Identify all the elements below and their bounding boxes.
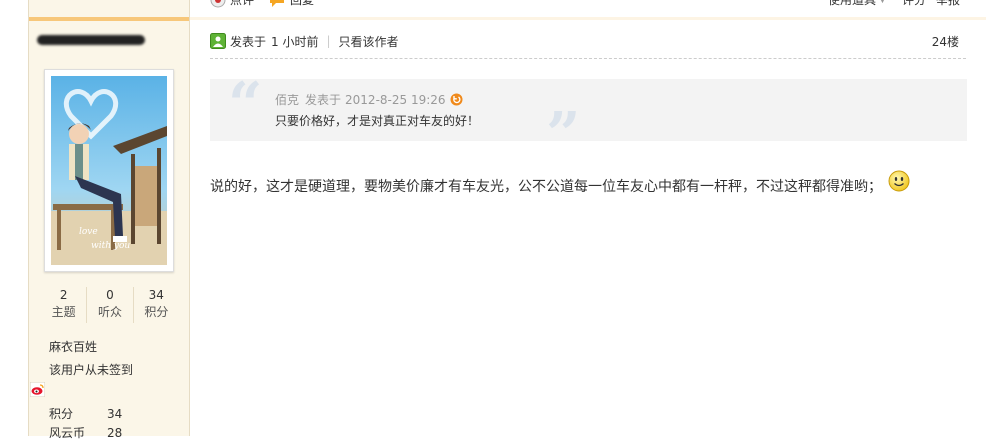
quote-date: 2012-8-25 19:26 <box>345 92 446 107</box>
user-group[interactable]: 麻衣百姓 <box>49 338 97 355</box>
reply-button[interactable]: 回复 <box>268 0 314 8</box>
rate-icon <box>210 0 226 7</box>
chevron-down-icon: ▼ <box>879 0 886 5</box>
close-quote-icon: ” <box>546 100 581 170</box>
author-stats: 2 主题 0 听众 34 积分 <box>41 287 179 323</box>
online-status-icon <box>210 33 226 49</box>
post-meta: 发表于 1 小时前 | 只看该作者 <box>210 31 399 51</box>
stat-topics[interactable]: 2 主题 <box>41 287 88 323</box>
post-main: 点评 回复 使用道具 ▼ 评分 举报 发表于 1 小时前 | 只看该作者 24楼 <box>190 0 986 436</box>
stat-points[interactable]: 34 积分 <box>134 287 179 323</box>
sidebar-accent-bar <box>29 17 189 21</box>
meta-divider: | <box>326 34 331 48</box>
avatar-frame[interactable]: love with you <box>44 69 174 272</box>
quote-author: 佰克 <box>275 93 300 107</box>
use-tool-menu[interactable]: 使用道具 ▼ <box>828 0 886 8</box>
weibo-icon[interactable] <box>29 381 46 398</box>
sign-status: 该用户从未签到 <box>49 363 134 377</box>
avatar[interactable]: love with you <box>51 76 167 265</box>
svg-text:love: love <box>79 227 98 237</box>
svg-text:with you: with you <box>91 241 130 251</box>
score-button[interactable]: 评分 <box>902 0 926 8</box>
smile-emoticon-icon <box>888 170 910 192</box>
quote-block: “ ” 佰克 发表于 2012-8-25 19:26 只要价格好，才是对真正对车… <box>210 75 967 165</box>
post-body: 说的好，这才是硬道理，要物美价廉才有车友光，公不公道每一位车友心中都有一杆秤，不… <box>210 170 910 196</box>
info-row-coins: 风云币 28 <box>49 426 123 440</box>
reply-icon <box>270 0 284 7</box>
rate-button[interactable]: 点评 <box>210 0 254 8</box>
author-sidebar: love with you 2 主题 0 听众 34 积分 麻衣百姓 该用户从未… <box>28 0 190 440</box>
meta-divider-line <box>210 58 966 59</box>
author-username-redacted[interactable] <box>37 35 145 45</box>
top-divider <box>190 17 986 20</box>
post-actions-bar: 点评 回复 使用道具 ▼ 评分 举报 <box>190 0 986 18</box>
stat-followers[interactable]: 0 听众 <box>87 287 134 323</box>
info-row-points: 积分 34 <box>49 407 123 421</box>
quote-header: 佰克 发表于 2012-8-25 19:26 <box>275 91 463 108</box>
post-body-text: 说的好，这才是硬道理，要物美价廉才有车友光，公不公道每一位车友心中都有一杆秤，不… <box>210 179 882 195</box>
quote-text: 只要价格好，才是对真正对车友的好！ <box>275 114 480 128</box>
floor-number[interactable]: 24楼 <box>932 33 959 50</box>
open-quote-icon: “ <box>228 70 263 140</box>
jump-to-post-icon[interactable] <box>450 93 463 106</box>
report-button[interactable]: 举报 <box>936 0 960 8</box>
only-author-link[interactable]: 只看该作者 <box>339 33 399 50</box>
